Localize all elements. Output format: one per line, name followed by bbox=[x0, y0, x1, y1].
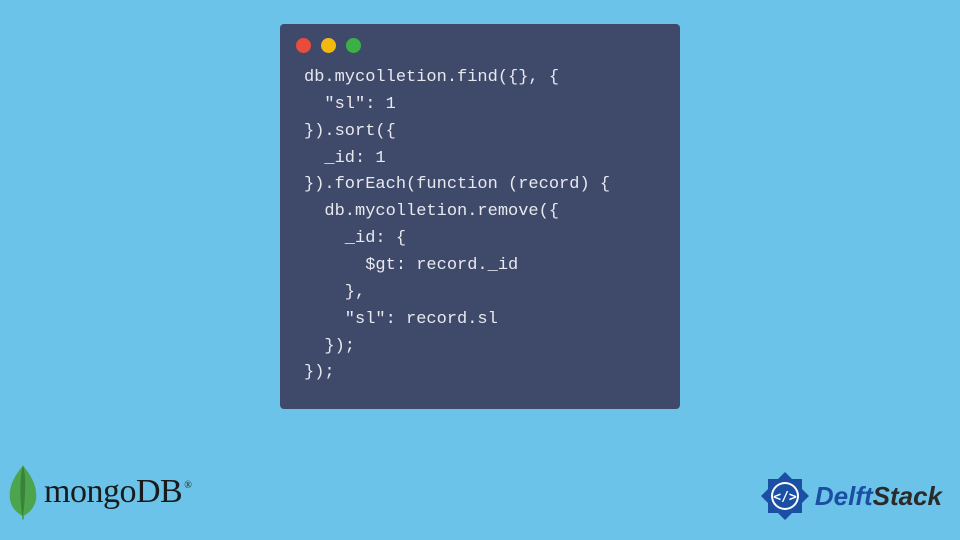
maximize-dot-icon bbox=[346, 38, 361, 53]
minimize-dot-icon bbox=[321, 38, 336, 53]
svg-text:</>: </> bbox=[773, 490, 797, 505]
mongodb-wordmark: mongoDB® bbox=[44, 473, 191, 511]
mongodb-logo: mongoDB® bbox=[4, 462, 191, 522]
code-block: db.mycolletion.find({}, { "sl": 1 }).sor… bbox=[280, 63, 680, 391]
delftstack-logo: </> DelftStack bbox=[759, 470, 942, 522]
delftstack-badge-icon: </> bbox=[759, 470, 811, 522]
close-dot-icon bbox=[296, 38, 311, 53]
delftstack-wordmark: DelftStack bbox=[815, 481, 942, 512]
window-controls bbox=[280, 24, 680, 63]
code-window: db.mycolletion.find({}, { "sl": 1 }).sor… bbox=[280, 24, 680, 409]
mongodb-leaf-icon bbox=[4, 462, 42, 522]
